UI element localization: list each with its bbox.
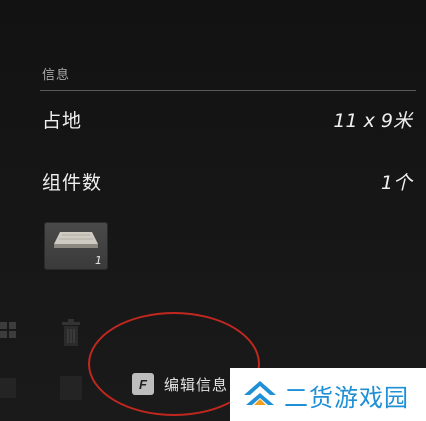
watermark-logo-icon	[244, 381, 276, 405]
grid-icon[interactable]	[0, 322, 18, 346]
component-count: 1	[95, 254, 102, 267]
component-tile[interactable]: 1	[44, 222, 108, 270]
section-divider	[40, 90, 416, 91]
components-value: 1个	[380, 172, 412, 194]
info-panel: 信息 占地 11 x 9米 组件数 1个 1 F 编辑信息 二货游戏园	[0, 0, 426, 421]
components-label: 组件数	[42, 172, 103, 194]
section-title: 信息	[42, 68, 71, 83]
footprint-value: 11 x 9米	[333, 110, 412, 132]
side-button[interactable]	[60, 376, 82, 400]
floor-piece-icon	[54, 232, 98, 248]
trash-icon[interactable]	[60, 318, 82, 348]
side-button[interactable]	[0, 378, 16, 398]
watermark: 二货游戏园	[230, 368, 426, 421]
footprint-label: 占地	[42, 110, 83, 132]
watermark-text: 二货游戏园	[284, 384, 409, 412]
